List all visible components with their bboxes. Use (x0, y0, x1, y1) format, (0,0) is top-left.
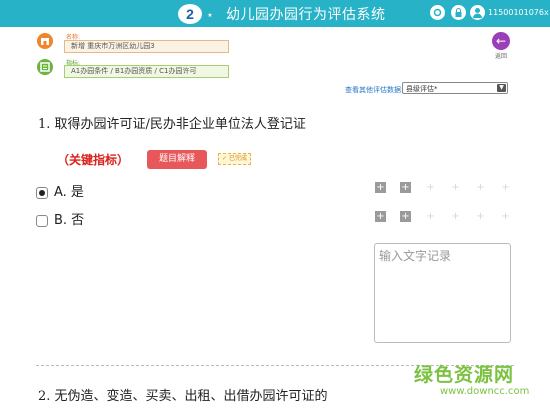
eval-level-value: 县级评估* (406, 85, 438, 93)
option-b[interactable]: B. 否 (36, 209, 84, 228)
user-icon[interactable] (470, 5, 485, 20)
svg-text:★: ★ (207, 12, 212, 19)
radio-b[interactable] (36, 214, 48, 227)
other-eval-link[interactable]: 查看其他评估数据: (345, 85, 403, 95)
key-indicator-label: （关键指标） (57, 153, 130, 167)
indicator-icon (37, 59, 53, 75)
settings-icon[interactable] (430, 5, 445, 20)
add-attachment-icon[interactable]: + (475, 211, 486, 222)
back-arrow-icon: ← (492, 32, 510, 50)
add-attachment-icon[interactable]: + (375, 211, 386, 222)
svg-text:2: 2 (186, 6, 194, 22)
option-a[interactable]: A. 是 (36, 181, 84, 200)
add-attachment-icon[interactable]: + (425, 182, 436, 193)
back-label: 返回 (494, 53, 507, 60)
watermark-title: 绿色资源网 (414, 364, 515, 386)
add-attachment-icon[interactable]: + (475, 182, 486, 193)
add-attachment-icon[interactable]: + (500, 182, 511, 193)
text-record-input[interactable]: 输入文字记录 (374, 243, 511, 343)
eval-level-select[interactable]: 县级评估* ▼ (402, 82, 508, 94)
question-2-text: 2. 无伪造、变造、买卖、出租、出借办园许可证的 (38, 389, 328, 404)
add-attachment-icon[interactable]: + (500, 211, 511, 222)
add-attachment-icon[interactable]: + (425, 211, 436, 222)
completed-badge: ✓ 已完成 (218, 153, 251, 165)
watermark-url: www.downcc.com (440, 386, 530, 397)
app-title: 幼儿园办园行为评估系统 (226, 7, 386, 23)
add-attachment-icon[interactable]: + (450, 211, 461, 222)
back-button[interactable]: ← 返回 (490, 32, 512, 62)
add-attachment-icon[interactable]: + (375, 182, 386, 193)
option-b-label: B. 否 (54, 213, 85, 228)
explain-question-button[interactable]: 题目解释 (147, 150, 207, 169)
logo-icon: 2 ★ (178, 4, 213, 24)
add-attachment-icon[interactable]: + (400, 211, 411, 222)
org-icon (37, 33, 53, 49)
user-id: 11500101076x (488, 8, 549, 17)
school-name-field: 新增 重庆市万洲区幼儿园3 (64, 40, 229, 53)
radio-a[interactable] (36, 186, 48, 199)
add-attachment-icon[interactable]: + (450, 182, 461, 193)
chevron-down-icon: ▼ (497, 84, 506, 92)
lock-icon[interactable] (451, 5, 466, 20)
app-header: 2 ★ 幼儿园办园行为评估系统 11500101076x (0, 0, 550, 27)
indicator-path-field: A1办园条件 / B1办园资质 / C1办园许可 (64, 65, 229, 78)
text-record-placeholder: 输入文字记录 (379, 249, 452, 263)
add-attachment-icon[interactable]: + (400, 182, 411, 193)
completed-badge-text: 已完成 (228, 155, 247, 162)
option-a-label: A. 是 (54, 185, 84, 200)
question-1-text: 1. 取得办园许可证/民办非企业单位法人登记证 (38, 117, 306, 132)
